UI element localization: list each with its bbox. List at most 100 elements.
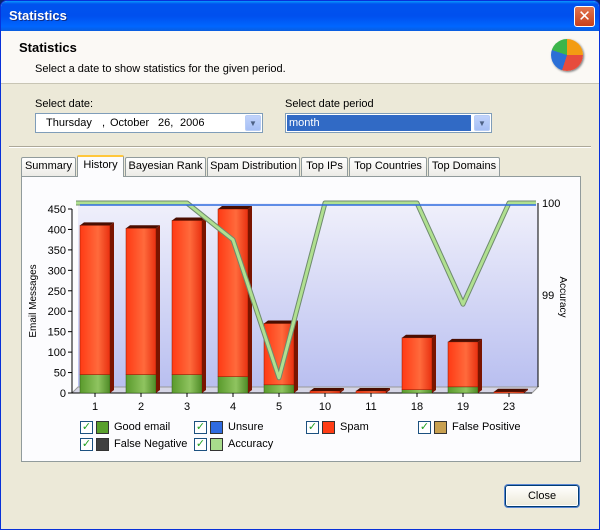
bar-spam [355,390,387,394]
checkbox-icon[interactable]: ✓ [194,438,207,451]
tab-bayesian-rank[interactable]: Bayesian Rank [125,157,206,176]
y-tick-label: 450 [48,204,66,216]
checkbox-icon[interactable]: ✓ [418,421,431,434]
y-tick-label: 300 [48,265,66,277]
bar-spam [401,337,433,390]
bar-top [448,338,482,342]
x-tick-label: 4 [230,401,236,413]
bar-top [218,206,252,209]
y-tick-label: 150 [48,327,66,339]
bar-top [356,387,390,391]
page-title: Statistics [19,40,77,55]
chevron-down-icon[interactable]: ▼ [474,115,490,131]
bar-spam [493,391,525,394]
title-bar[interactable]: Statistics ✕ [1,1,599,31]
tab-top-ips[interactable]: Top IPs [301,157,348,176]
y-tick-label: 250 [48,286,66,298]
bar-side [294,320,298,393]
bar-good-email [125,374,157,394]
y-tick-label: 200 [48,306,66,318]
y2-tick-label: 99 [542,290,554,302]
x-tick-label: 1 [92,401,98,413]
bar-good-email [401,389,433,394]
legend-swatch [434,421,447,434]
bar-side [110,222,114,393]
y-tick-label: 0 [60,388,66,400]
tab-top-countries[interactable]: Top Countries [349,157,427,176]
bar-good-email [447,386,479,394]
bar-good-email [79,374,111,394]
y2-axis-label: Accuracy [557,276,568,317]
x-tick-label: 19 [457,401,469,413]
page-subtitle: Select a date to show statistics for the… [35,63,286,75]
bar-side [478,338,482,393]
tab-top-domains[interactable]: Top Domains [428,157,500,176]
y-tick-label: 50 [54,368,66,380]
checkbox-icon[interactable]: ✓ [306,421,319,434]
date-picker[interactable]: Thursday , October 26, 2006 ▼ [35,113,263,133]
bar-good-email [263,384,295,394]
legend-label: Good email [114,421,171,433]
date-date[interactable]: 26, [158,117,173,129]
checkbox-icon[interactable]: ✓ [80,421,93,434]
legend-label: False Negative [114,438,188,450]
bar-spam [309,390,341,394]
history-panel: 0 50 100 150 200 250 300 350 400 450 Email Message… [21,176,581,462]
bar-top [310,387,344,391]
period-select[interactable]: month ▼ [285,113,492,133]
chart-legend: ✓ Good email ✓ Unsure ✓ Spam ✓ False Pos… [80,421,570,455]
checkbox-icon[interactable]: ✓ [80,438,93,451]
bar-spam [125,227,157,375]
legend-swatch [322,421,335,434]
tab-spam-distribution[interactable]: Spam Distribution [207,157,300,176]
bar-spam [171,220,203,375]
bar-good-email [171,374,203,394]
date-year[interactable]: 2006 [180,117,204,129]
bar-spam [79,225,111,375]
legend-label: Accuracy [228,438,274,450]
period-value[interactable]: month [287,115,471,131]
app-logo-icon [551,39,583,71]
x-tick-label: 11 [365,401,376,413]
date-day[interactable]: Thursday [46,117,92,129]
y-tick-label: 350 [48,245,66,257]
bar-top [402,334,436,338]
legend-label: False Positive [452,421,521,433]
x-tick-label: 23 [503,401,515,413]
legend-label: Unsure [228,421,264,433]
y2-tick-label: 100 [542,198,560,210]
x-tick-label: 18 [411,401,423,413]
bar-top [494,388,528,392]
select-period-label: Select date period [285,98,374,110]
legend-swatch [96,438,109,451]
divider [9,146,591,148]
window-title: Statistics [9,8,67,23]
statistics-window: Statistics ✕ Statistics Select a date to… [0,0,600,530]
tab-history[interactable]: History [77,155,124,177]
bar-good-email [217,376,249,394]
bar-side [202,217,206,393]
bar-side [432,334,436,393]
y-tick-label: 400 [48,224,66,236]
date-month[interactable]: October [110,117,149,129]
x-tick-label: 10 [319,401,331,413]
bar-top [172,217,206,221]
bar-side [156,225,160,393]
select-date-label: Select date: [35,98,94,110]
x-tick-label: 5 [276,401,282,413]
checkbox-icon[interactable]: ✓ [194,421,207,434]
legend-swatch [210,438,223,451]
close-icon[interactable]: ✕ [574,6,595,27]
legend-label: Spam [340,421,369,433]
legend-swatch [210,421,223,434]
y-axis-label: Email Messages [28,264,39,337]
tab-summary[interactable]: Summary [21,157,76,176]
y-tick-label: 100 [48,347,66,359]
history-chart: 0 50 100 150 200 250 300 350 400 450 Email Message… [28,198,568,413]
x-tick-label: 2 [138,401,144,413]
bar-spam [447,341,479,388]
dialog-header: Statistics Select a date to show statist… [1,31,599,84]
legend-swatch [96,421,109,434]
close-button[interactable]: Close [505,485,579,507]
chevron-down-icon[interactable]: ▼ [245,115,261,131]
